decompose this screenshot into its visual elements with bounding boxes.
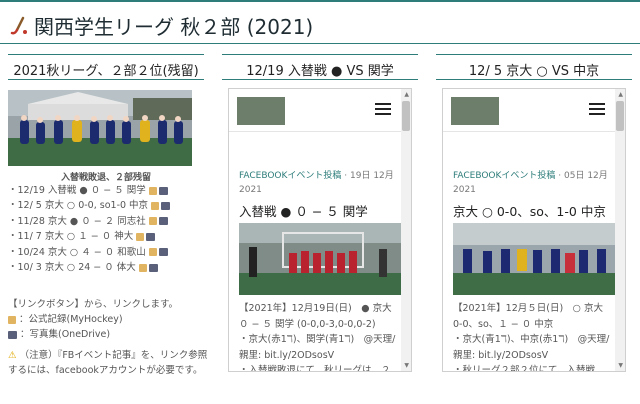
embed-header [443,89,617,132]
scroll-record-icon [8,315,16,324]
scroll-record-icon[interactable] [148,248,157,257]
post-body: 【2021年】12月19日(日) ● 京大０ − ５ 関学 (0-0,0-3,0… [239,303,396,372]
result-row: ・12/ 5 京大 ○ 0-0, so1-0 中京 [8,198,208,213]
scroll-record-icon[interactable] [148,186,157,195]
embed-scrollbar[interactable]: ▲ ▼ [615,89,625,371]
link-official-row: ：公式記録(MyHockey) [8,312,212,327]
photo-album-icon [8,330,17,339]
result-row: ・10/24 京大 ○ ４ − ０ 和歌山 [8,245,208,260]
embed-header [229,89,403,132]
photo-caption: 入替戦敗退、２部残留 [60,173,151,183]
page-title: 関西学生リーグ 秋２部 (2021) [34,15,314,39]
scroll-record-icon[interactable] [138,263,147,272]
scroll-record-icon[interactable] [148,217,157,226]
post-meta: FACEBOOKイベント投稿 · 05日 12月 2021 [453,171,608,195]
scroll-record-icon[interactable] [151,201,160,210]
result-row: ・11/28 京大 ● ０ − ２ 同志社 [8,214,208,229]
result-row: ・10/ 3 京大 ○ 24 − ０ 体大 [8,260,208,275]
post-source[interactable]: FACEBOOKイベント投稿 [453,171,555,181]
link-notes: 【リンクボタン】から、リンクします。 ：公式記録(MyHockey) ：写真集(… [8,297,212,378]
photo-album-icon[interactable] [148,263,158,272]
photo-album-icon[interactable] [158,248,168,257]
links-intro: 【リンクボタン】から、リンクします。 [8,299,179,310]
embed-scrollbar[interactable]: ▲ ▼ [401,89,411,371]
result-row: ・12/19 入替戦 ● ０ − ５ 関学 [8,183,208,198]
column2-heading: 12/19 入替戦 ● VS 関学 [222,54,418,80]
results-list: ・12/19 入替戦 ● ０ − ５ 関学 ・12/ 5 京大 ○ 0-0, s… [8,183,208,275]
post-title[interactable]: 京大 ○ 0-0、so、1-0 中京 [453,201,617,220]
photo-album-icon[interactable] [158,186,168,195]
page-header: 関西学生リーグ 秋２部 (2021) [0,0,640,44]
post-title[interactable]: 入替戦 ● ０ − ５ 関学 [239,201,403,220]
post-body: 【2021年】12月５日(日) ○ 京大 0-0、so、１ − ０ 中京 ・京大… [453,303,610,372]
post-meta: FACEBOOKイベント投稿 · 19日 12月 2021 [239,171,394,195]
hamburger-menu-icon[interactable] [589,103,605,115]
site-logo[interactable] [237,97,285,125]
post-source[interactable]: FACEBOOKイベント投稿 [239,171,341,181]
photo-album-icon[interactable] [146,232,156,241]
post-photo[interactable] [453,223,617,295]
scroll-record-icon[interactable] [136,232,145,241]
fb-event-embed-1[interactable]: FACEBOOKイベント投稿 · 19日 12月 2021 入替戦 ● ０ − … [228,88,412,372]
fb-event-embed-2[interactable]: FACEBOOKイベント投稿 · 05日 12月 2021 京大 ○ 0-0、s… [442,88,626,372]
team-photo [8,90,192,166]
warning-icon: ⚠ [8,350,17,361]
column1-heading: 2021秋リーグ、２部２位(残留) [8,54,204,80]
result-row: ・11/ 7 京大 ○ １ − ０ 神大 [8,229,208,244]
link-photos-row: ：写真集(OneDrive) [8,327,212,342]
photo-album-icon[interactable] [158,217,168,226]
site-logo[interactable] [451,97,499,125]
hockey-stick-icon [10,16,27,35]
column3-heading: 12/ 5 京大 ○ VS 中京 [436,54,632,80]
warning-row: ⚠ （注意）『FBイベント記事』を、リンク参照するには、facebookアカウン… [8,350,208,376]
photo-album-icon[interactable] [161,201,171,210]
post-photo[interactable] [239,223,403,295]
hamburger-menu-icon[interactable] [375,103,391,115]
